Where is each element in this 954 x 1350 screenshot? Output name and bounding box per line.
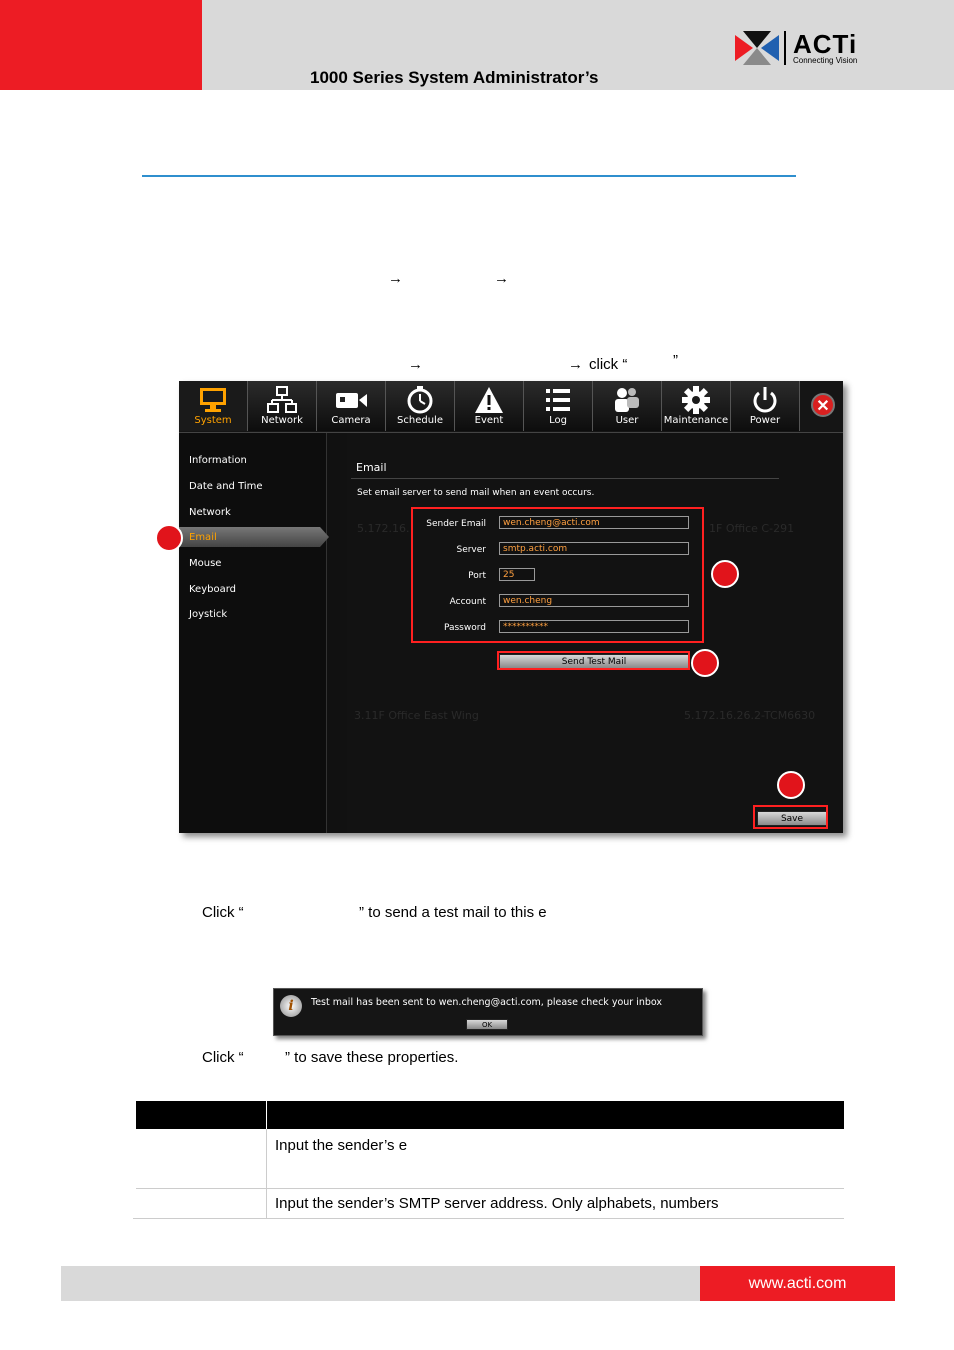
tab-event[interactable]: Event <box>455 381 524 431</box>
email-fields-highlight <box>411 507 704 643</box>
background-ghost-text: 3.11F Office East Wing <box>354 709 479 722</box>
tab-maintenance[interactable]: Maintenance <box>662 381 731 431</box>
sidebar-item-keyboard[interactable]: Keyboard <box>189 584 236 595</box>
network-icon <box>267 386 297 413</box>
arrow-icon: → <box>388 270 403 287</box>
document-title: 1000 Series System Administrator’s <box>310 68 599 87</box>
instruction-click-text: click “ <box>589 356 628 373</box>
footer-url[interactable]: www.acti.com <box>700 1266 895 1301</box>
section-divider <box>351 478 779 479</box>
tab-network[interactable]: Network <box>248 381 317 431</box>
step-text-suffix: ” to send a test mail to this e <box>359 904 547 921</box>
arrow-icon: → <box>568 356 583 373</box>
footer-gray-band <box>61 1266 700 1301</box>
clock-icon <box>407 386 433 414</box>
callout-step-marker <box>155 524 183 552</box>
instruction-quote-close: ” <box>673 352 678 369</box>
sidebar-item-network[interactable]: Network <box>189 507 231 518</box>
tab-camera[interactable]: Camera <box>317 381 386 431</box>
users-icon <box>615 388 639 412</box>
list-icon <box>546 389 570 411</box>
callout-step-marker <box>691 649 719 677</box>
tab-log[interactable]: Log <box>524 381 593 431</box>
table-divider <box>266 1129 267 1219</box>
ok-button[interactable]: OK <box>466 1019 508 1030</box>
monitor-icon <box>200 388 226 412</box>
table-divider <box>136 1188 844 1189</box>
background-ghost-text: 1F Office C-291 <box>709 522 795 535</box>
table-cell-description: Input the sender’s SMTP server address. … <box>275 1195 719 1212</box>
tab-power[interactable]: Power <box>731 381 800 431</box>
save-highlight <box>753 805 828 829</box>
acti-logo-icon <box>735 31 779 65</box>
sidebar-item-joystick[interactable]: Joystick <box>189 609 227 620</box>
sidebar-item-email[interactable]: Email <box>189 532 217 543</box>
step-text-suffix: ” to save these properties. <box>285 1049 459 1066</box>
callout-step-marker <box>711 560 739 588</box>
logo-tagline: Connecting Vision <box>793 56 858 65</box>
test-mail-dialog: i Test mail has been sent to wen.cheng@a… <box>273 988 703 1036</box>
background-ghost-text: 5.172.16.26.2-TCM6630 <box>684 709 816 722</box>
close-button[interactable]: ✕ <box>811 393 835 417</box>
tab-schedule[interactable]: Schedule <box>386 381 455 431</box>
step-text-prefix: Click “ <box>202 904 244 921</box>
table-cell-description: Input the sender’s e <box>275 1137 408 1154</box>
step-text-prefix: Click “ <box>202 1049 244 1066</box>
nvr-toolbar: System Network Camera Schedule Event Log… <box>179 381 843 433</box>
callout-step-marker <box>777 771 805 799</box>
tab-system[interactable]: System <box>179 381 248 431</box>
table-header-cell <box>136 1101 266 1129</box>
info-icon: i <box>280 995 302 1017</box>
test-mail-highlight <box>497 651 690 670</box>
sidebar-item-information[interactable]: Information <box>189 455 247 466</box>
camera-icon <box>336 393 367 408</box>
tab-user[interactable]: User <box>593 381 662 431</box>
power-icon <box>753 387 777 413</box>
logo-divider <box>784 31 786 65</box>
arrow-icon: → <box>408 356 423 373</box>
gear-icon <box>682 386 710 414</box>
dialog-message: Test mail has been sent to wen.cheng@act… <box>311 997 663 1008</box>
table-divider <box>133 1218 844 1219</box>
header-red-block <box>0 0 202 90</box>
section-title: Email <box>356 461 387 474</box>
sidebar-item-date-time[interactable]: Date and Time <box>189 481 263 492</box>
table-header-cell <box>267 1101 844 1129</box>
section-description: Set email server to send mail when an ev… <box>357 488 595 498</box>
settings-sidebar: Information Date and Time Network Email … <box>179 433 329 833</box>
sidebar-item-mouse[interactable]: Mouse <box>189 558 221 569</box>
arrow-icon: → <box>494 270 509 287</box>
warning-icon <box>475 387 503 413</box>
section-rule <box>142 175 796 177</box>
